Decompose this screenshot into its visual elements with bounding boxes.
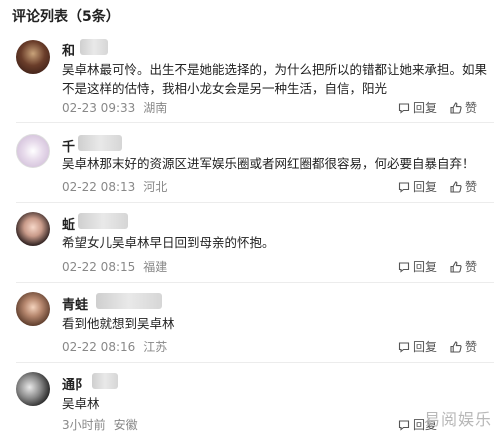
like-button[interactable]: 赞 xyxy=(450,178,477,195)
commenter-name[interactable]: 和 xyxy=(62,40,75,59)
name-blur xyxy=(92,373,118,389)
comment-text: 看到他就想到吴卓林 xyxy=(62,316,175,331)
thumbs-up-icon xyxy=(450,340,462,353)
reply-icon xyxy=(398,102,410,114)
comment-meta: 02-22 08:16 江苏 xyxy=(62,338,167,355)
comment-time: 02-22 08:15 xyxy=(62,260,136,274)
commenter-name[interactable]: 蚯 xyxy=(62,214,75,233)
comment-location: 湖南 xyxy=(143,101,168,115)
name-blur xyxy=(78,213,128,229)
reply-button[interactable]: 回复 xyxy=(398,338,437,355)
name-blur xyxy=(80,39,108,55)
commenter-name[interactable]: 千 xyxy=(62,136,75,155)
reply-button[interactable]: 回复 xyxy=(398,258,437,275)
comment-meta: 02-23 09:33 湖南 xyxy=(62,99,167,116)
divider xyxy=(16,362,494,363)
comment-list-title: 评论列表（5条） xyxy=(12,9,120,25)
reply-label: 回复 xyxy=(413,260,438,274)
avatar[interactable] xyxy=(16,372,50,406)
thumbs-up-icon xyxy=(450,260,462,273)
comment-location: 河北 xyxy=(143,180,168,194)
comment-time: 02-23 09:33 xyxy=(62,101,136,115)
comment-text: 吴卓林最可怜。出生不是她能选择的，为什么把所以的错都让她来承担。如果不是这样的估… xyxy=(62,62,488,96)
reply-icon xyxy=(398,419,410,431)
like-label: 赞 xyxy=(465,340,478,354)
reply-label: 回复 xyxy=(413,340,438,354)
comment-text: 吴卓林那末好的资源区进军娱乐圈或者网红圈都很容易，何必要自暴自弃！ xyxy=(62,156,475,171)
commenter-name[interactable]: 通阝 xyxy=(62,374,88,393)
avatar[interactable] xyxy=(16,134,50,168)
commenter-name[interactable]: 青蛙 xyxy=(62,294,88,313)
comment-meta: 02-22 08:15 福建 xyxy=(62,258,167,275)
reply-label: 回复 xyxy=(413,101,438,115)
like-button[interactable]: 赞 xyxy=(450,99,477,116)
reply-label: 回复 xyxy=(413,180,438,194)
comment-location: 江苏 xyxy=(143,340,168,354)
reply-icon xyxy=(398,181,410,193)
like-label: 赞 xyxy=(465,101,478,115)
thumbs-up-icon xyxy=(450,101,462,114)
avatar[interactable] xyxy=(16,292,50,326)
like-label: 赞 xyxy=(465,260,478,274)
reply-button[interactable]: 回复 xyxy=(398,99,437,116)
reply-button[interactable]: 回复 xyxy=(398,178,437,195)
divider xyxy=(16,122,494,123)
divider xyxy=(16,282,494,283)
comment-location: 安徽 xyxy=(113,418,138,432)
avatar[interactable] xyxy=(16,40,50,74)
watermark: 易阅娱乐 xyxy=(423,410,492,429)
name-blur xyxy=(78,135,122,151)
like-button[interactable]: 赞 xyxy=(450,258,477,275)
thumbs-up-icon xyxy=(450,180,462,193)
reply-icon xyxy=(398,341,410,353)
comment-time: 02-22 08:16 xyxy=(62,340,136,354)
name-blur xyxy=(96,293,162,309)
avatar[interactable] xyxy=(16,212,50,246)
comment-time: 02-22 08:13 xyxy=(62,180,136,194)
divider xyxy=(16,202,494,203)
comment-meta: 02-22 08:13 河北 xyxy=(62,178,167,195)
like-label: 赞 xyxy=(465,180,478,194)
like-button[interactable]: 赞 xyxy=(450,338,477,355)
reply-icon xyxy=(398,261,410,273)
comment-meta: 3小时前 安徽 xyxy=(62,416,138,433)
comment-time: 3小时前 xyxy=(62,418,106,432)
comment-text: 希望女儿吴卓林早日回到母亲的怀抱。 xyxy=(62,235,275,250)
comment-location: 福建 xyxy=(143,260,168,274)
